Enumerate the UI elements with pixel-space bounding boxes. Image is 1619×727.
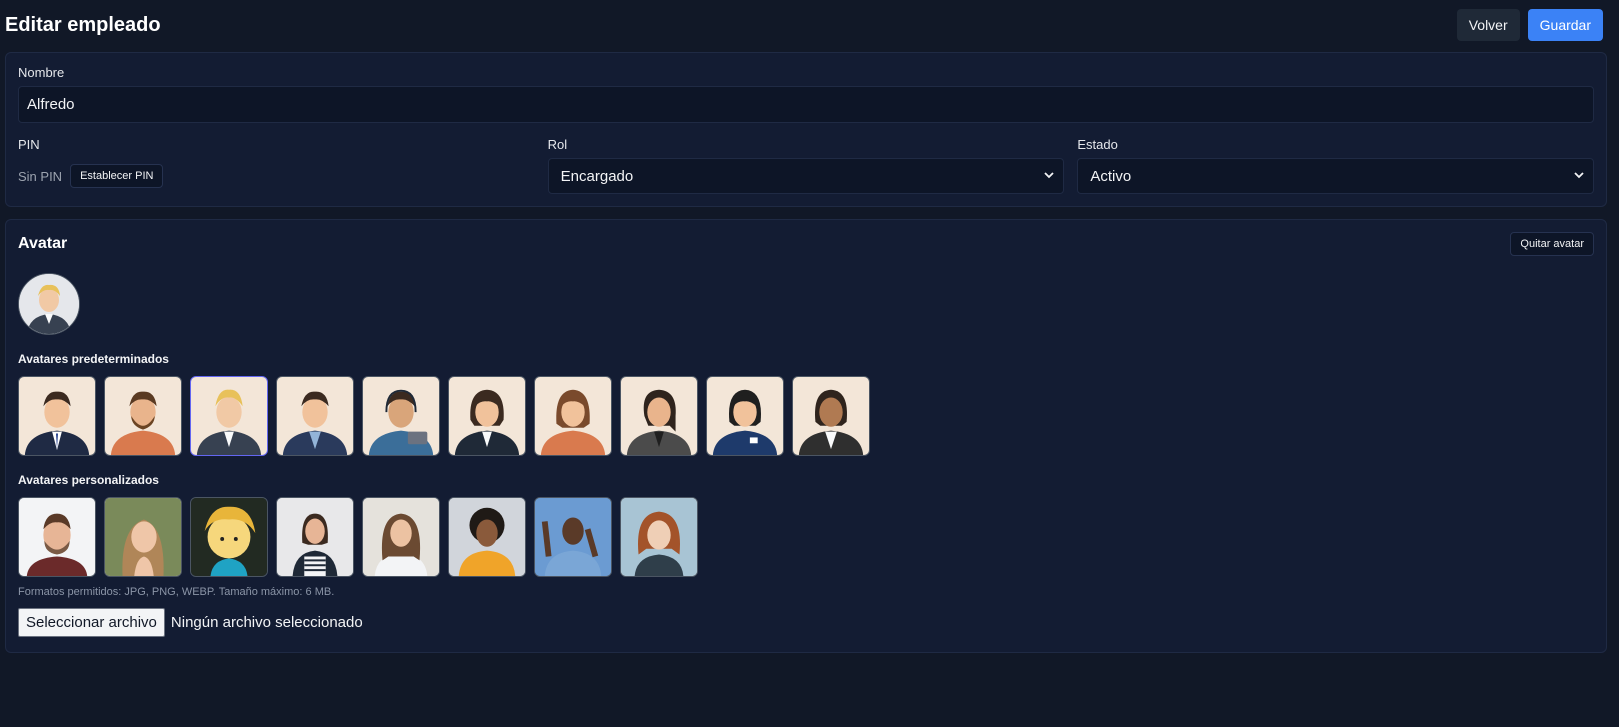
default-avatar-3-selected[interactable] [190,376,268,456]
photo-person-icon [19,498,95,576]
default-avatars-grid [18,376,1594,456]
file-format-hint: Formatos permitidos: JPG, PNG, WEBP. Tam… [18,586,335,598]
select-file-button[interactable]: Seleccionar archivo [18,608,165,637]
page-title: Editar empleado [5,13,161,36]
photo-person-icon [363,498,439,576]
photo-person-icon [621,498,697,576]
page: Editar empleado Volver Guardar Nombre PI… [0,0,1619,727]
save-button[interactable]: Guardar [1527,9,1603,41]
role-label: Rol [547,137,568,152]
custom-avatar-4[interactable] [276,497,354,577]
custom-avatar-7[interactable] [534,497,612,577]
avatar-person-icon [19,274,79,334]
pin-column: PIN Sin PIN Establecer PIN [18,137,535,194]
header-actions: Volver Guardar [1456,9,1603,41]
header: Editar empleado Volver Guardar [5,0,1614,50]
pin-label: PIN [18,137,40,152]
default-avatar-2[interactable] [104,376,182,456]
file-upload-row: Seleccionar archivo Ningún archivo selec… [18,608,1594,637]
default-avatar-4[interactable] [276,376,354,456]
photo-person-icon [535,498,611,576]
custom-avatars-title: Avatares personalizados [18,473,159,487]
avatar-person-icon [196,389,262,455]
current-avatar [18,273,80,335]
custom-avatar-1[interactable] [18,497,96,577]
custom-avatar-6[interactable] [448,497,526,577]
pin-row: Sin PIN Establecer PIN [18,158,535,194]
pin-status: Sin PIN [18,168,63,184]
default-avatar-9[interactable] [706,376,784,456]
custom-avatar-2[interactable] [104,497,182,577]
photo-person-icon [449,498,525,576]
name-label: Nombre [18,65,65,80]
avatar-person-icon [110,391,176,455]
default-avatar-5[interactable] [362,376,440,456]
custom-avatars-grid [18,497,1594,577]
default-avatar-10[interactable] [792,376,870,456]
custom-avatar-5[interactable] [362,497,440,577]
avatar-title: Avatar [18,235,68,252]
avatar-person-icon [282,391,348,455]
chevron-down-icon [1044,172,1054,179]
avatar-person-icon [540,389,606,455]
custom-avatar-3[interactable] [190,497,268,577]
role-select-value: Encargado [560,167,634,185]
status-select-value: Activo [1090,167,1132,185]
file-status: Ningún archivo seleccionado [170,614,363,631]
default-avatar-1[interactable] [18,376,96,456]
employee-form-card: Nombre PIN Sin PIN Establecer PIN Rol En… [5,52,1607,207]
status-select[interactable]: Activo [1077,158,1595,194]
chevron-down-icon [1574,172,1584,179]
custom-avatar-8[interactable] [620,497,698,577]
default-avatar-8[interactable] [620,376,698,456]
remove-avatar-button[interactable]: Quitar avatar [1510,232,1594,256]
form-row: PIN Sin PIN Establecer PIN Rol Encargado… [18,137,1595,194]
back-button[interactable]: Volver [1456,9,1520,41]
photo-person-icon [277,498,353,576]
avatar-person-icon [798,389,864,455]
default-avatar-7[interactable] [534,376,612,456]
role-column: Rol Encargado [547,137,1065,194]
role-select[interactable]: Encargado [547,158,1065,194]
avatar-person-icon [712,389,778,455]
set-pin-button[interactable]: Establecer PIN [70,164,164,188]
photo-person-icon [105,498,181,576]
avatar-person-icon [454,389,520,455]
avatar-person-icon [24,391,90,455]
name-input[interactable] [18,86,1594,123]
avatar-person-icon [626,389,692,455]
avatar-header: Avatar Quitar avatar [18,232,1594,256]
avatar-person-icon [368,389,434,455]
status-label: Estado [1077,137,1118,152]
default-avatars-title: Avatares predeterminados [18,352,169,366]
avatar-card: Avatar Quitar avatar Avatares predetermi… [5,219,1607,653]
cartoon-person-icon [191,498,267,576]
status-column: Estado Activo [1077,137,1595,194]
default-avatar-6[interactable] [448,376,526,456]
